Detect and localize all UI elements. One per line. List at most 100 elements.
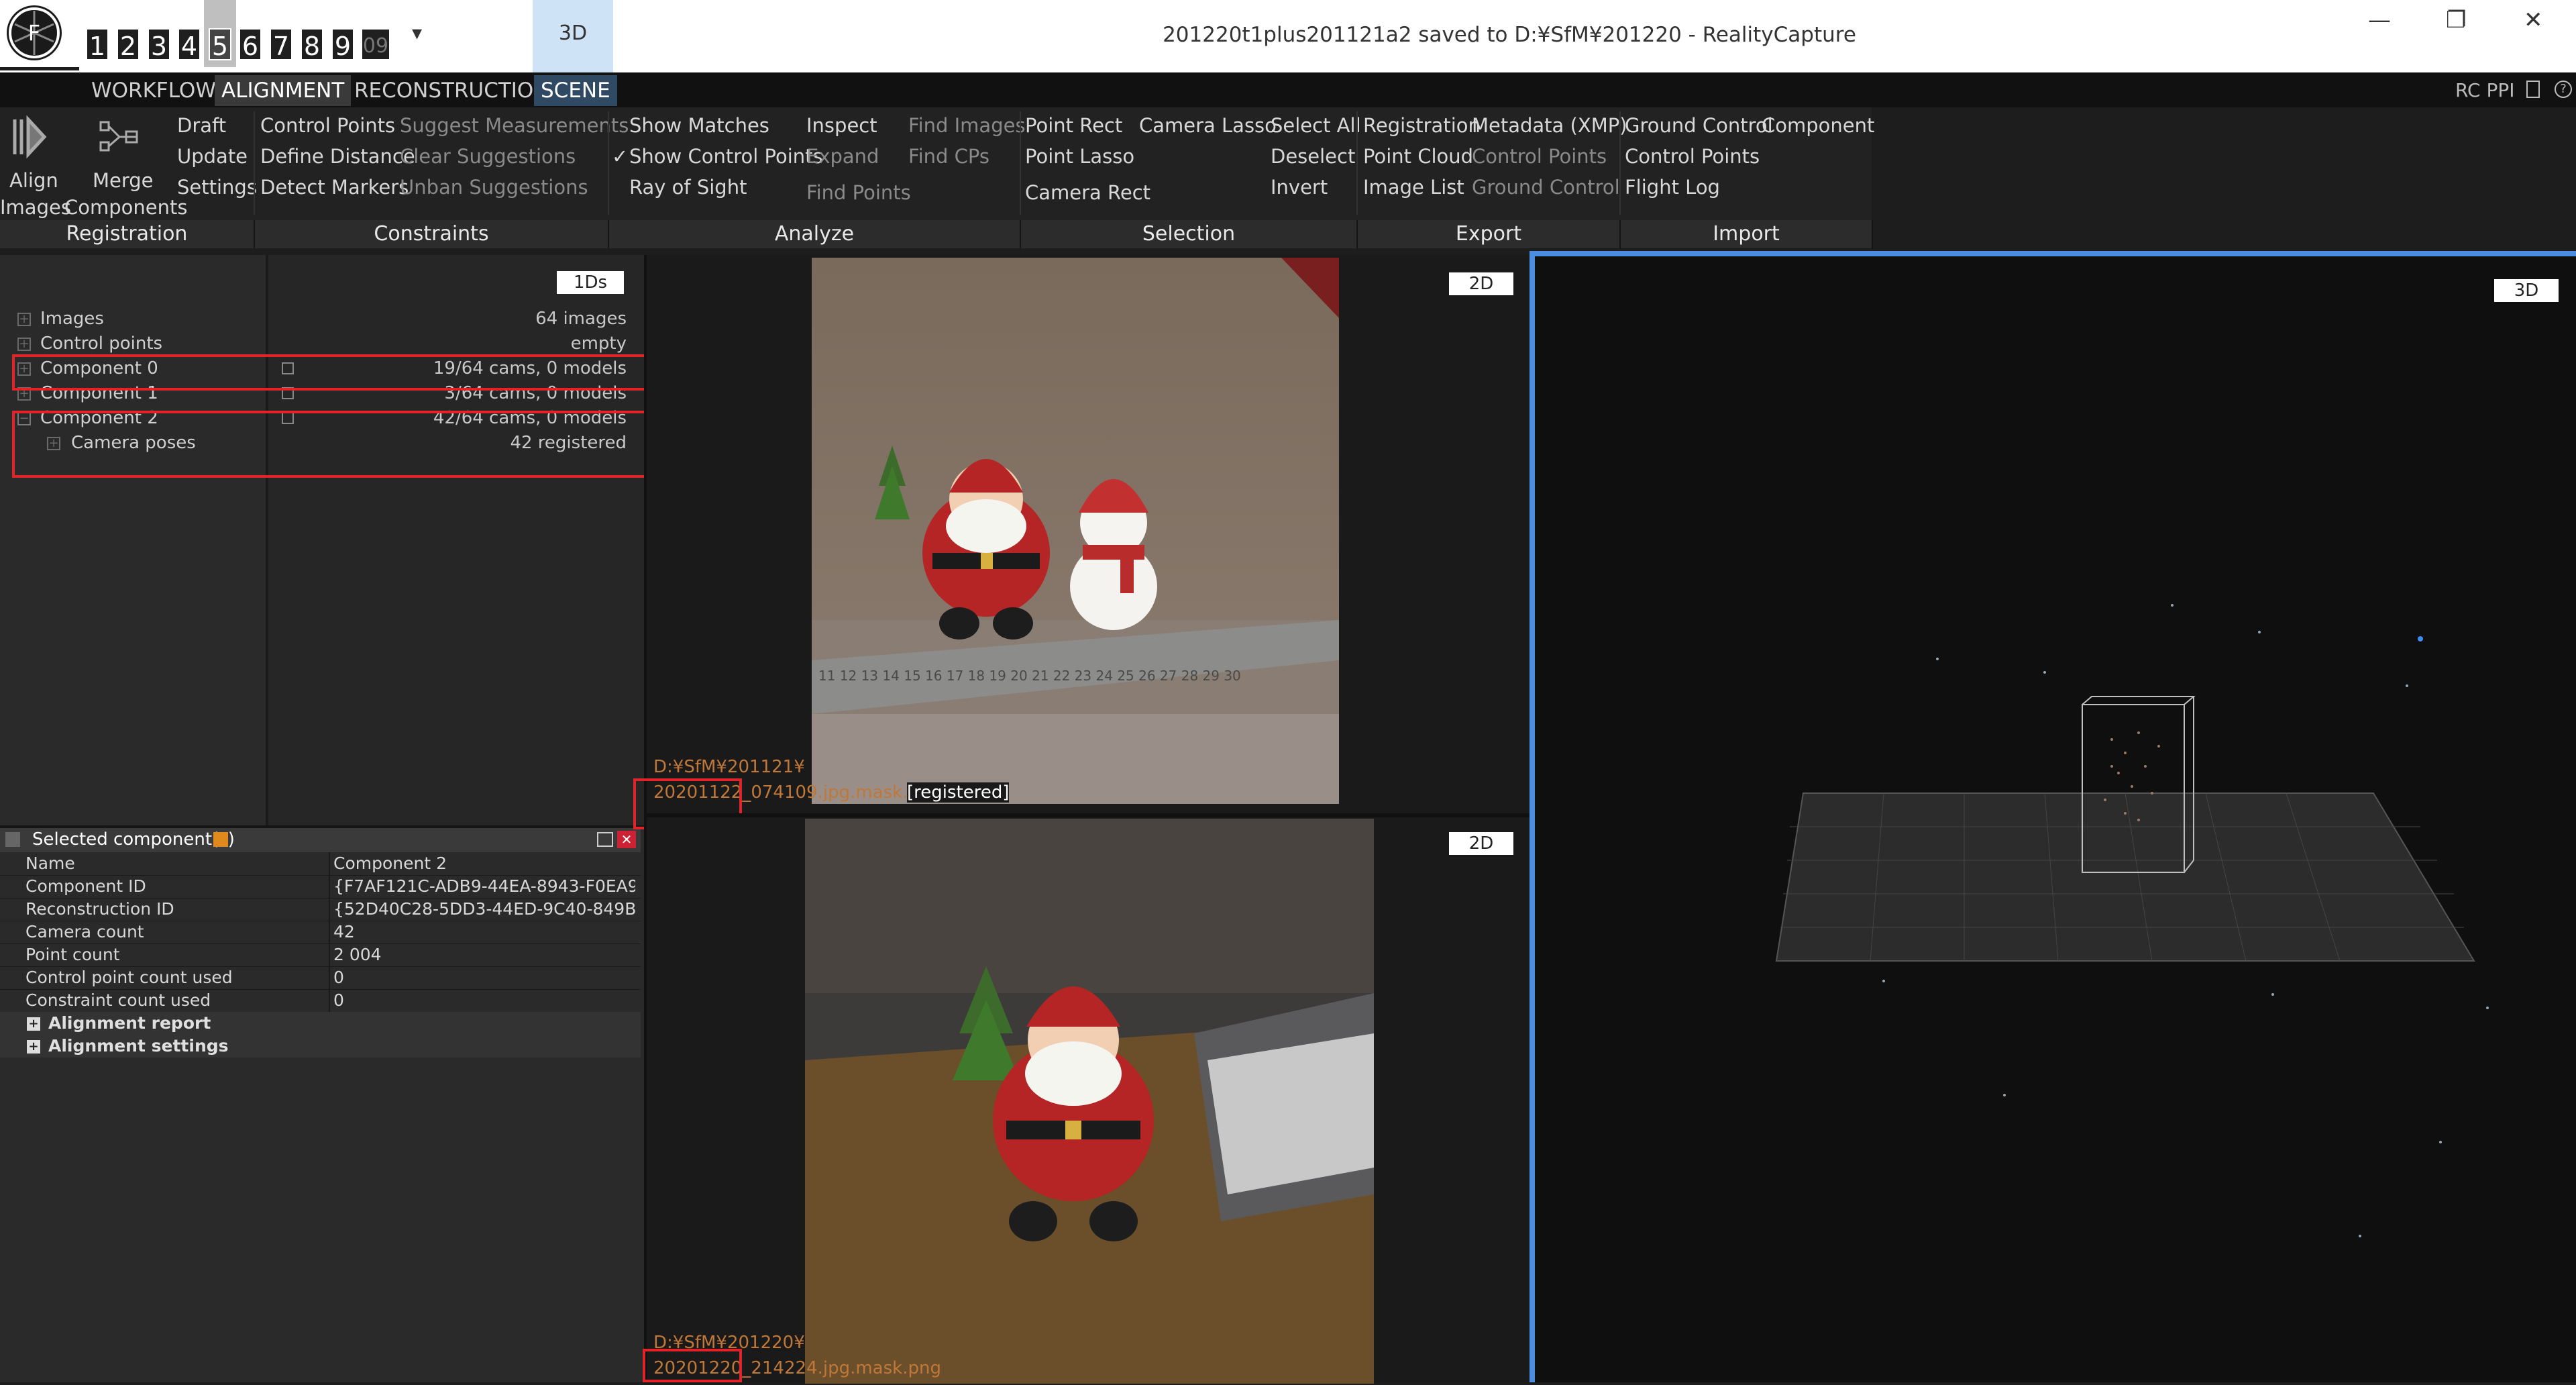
- view-3d-badge[interactable]: 3D: [2494, 279, 2559, 302]
- quick-layout-3-button[interactable]: 3: [148, 28, 170, 61]
- control-points-button[interactable]: Control Points: [260, 114, 395, 137]
- merge-components-icon[interactable]: [99, 119, 140, 154]
- expand-icon[interactable]: +: [17, 313, 31, 326]
- section-alignment-report[interactable]: + Alignment report: [0, 1012, 641, 1035]
- help-icon[interactable]: ?: [2555, 81, 2572, 98]
- pin-icon[interactable]: [213, 832, 228, 847]
- show-control-points-toggle[interactable]: Show Control Points: [629, 145, 823, 168]
- suggest-measurements-button[interactable]: Suggest Measurements: [400, 114, 629, 137]
- quick-layout-6-button[interactable]: 6: [239, 28, 262, 61]
- align-images-icon[interactable]: [9, 115, 50, 159]
- highlight-box-component-2: [12, 411, 668, 478]
- property-value[interactable]: Component 2: [333, 854, 635, 873]
- camera-lasso-button[interactable]: Camera Lasso: [1139, 114, 1277, 137]
- quick-layout-4-button[interactable]: 4: [178, 28, 201, 61]
- invert-button[interactable]: Invert: [1271, 176, 1328, 199]
- quick-layout-2-button[interactable]: 2: [117, 28, 140, 61]
- expand-icon[interactable]: +: [17, 338, 31, 351]
- viewport-3d-scene[interactable]: 3D: [1529, 251, 2576, 1382]
- export-metadata-xmp-button[interactable]: Metadata (XMP): [1472, 114, 1627, 137]
- point-rect-button[interactable]: Point Rect: [1025, 114, 1122, 137]
- viewport-2d-bottom[interactable]: 2D D:¥SfM¥201220¥ 20201220_214224.jpg.ma…: [644, 813, 1529, 1384]
- property-value[interactable]: {52D40C28-5DD3-44ED-9C40-849B8...: [333, 899, 635, 919]
- draft-button[interactable]: Draft: [177, 114, 226, 137]
- minimize-icon[interactable]: —: [2368, 7, 2391, 34]
- import-ground-control-button[interactable]: Ground Control: [1625, 114, 1773, 137]
- clear-suggestions-button[interactable]: Clear Suggestions: [400, 145, 576, 168]
- camera-rect-button[interactable]: Camera Rect: [1025, 181, 1150, 204]
- expand-icon[interactable]: +: [27, 1040, 40, 1054]
- merge-components-label-2[interactable]: Components: [64, 196, 187, 219]
- deselect-button[interactable]: Deselect: [1271, 145, 1355, 168]
- tab-scene[interactable]: SCENE: [534, 75, 617, 106]
- close-icon[interactable]: ✕: [2524, 7, 2543, 34]
- close-panel-icon[interactable]: ✕: [617, 831, 636, 848]
- show-matches-button[interactable]: Show Matches: [629, 114, 769, 137]
- scene-3d-canvas[interactable]: [1535, 256, 2576, 1382]
- quick-layout-09-button[interactable]: 09: [361, 28, 390, 60]
- image-path: D:¥SfM¥201121¥: [653, 757, 805, 777]
- import-component-button[interactable]: Component: [1762, 114, 1874, 137]
- find-images-button[interactable]: Find Images: [908, 114, 1026, 137]
- align-images-label-2[interactable]: Images: [0, 196, 71, 219]
- find-points-button[interactable]: Find Points: [806, 181, 911, 204]
- tab-reconstruction[interactable]: RECONSTRUCTION: [347, 75, 556, 106]
- find-cps-button[interactable]: Find CPs: [908, 145, 989, 168]
- update-button[interactable]: Update: [177, 145, 248, 168]
- merge-components-label[interactable]: Merge: [93, 169, 154, 192]
- ribbon-caption-constraints: Constraints: [255, 220, 609, 248]
- tab-workflow[interactable]: WORKFLOW: [85, 75, 223, 106]
- import-control-points-button[interactable]: Control Points: [1625, 145, 1760, 168]
- export-ground-control-button[interactable]: Ground Control: [1472, 176, 1620, 199]
- highlight-box-component-0: [12, 354, 651, 391]
- view-3d-tab[interactable]: 3D: [533, 0, 613, 72]
- restore-icon[interactable]: ❐: [2446, 7, 2466, 34]
- section-alignment-settings[interactable]: + Alignment settings: [0, 1035, 641, 1058]
- export-image-list-button[interactable]: Image List: [1363, 176, 1464, 199]
- ruler-numbers: 11 12 13 14 15 16 17 18 19 20 21 22 23 2…: [818, 668, 1241, 684]
- quick-layout-9-button[interactable]: 9: [331, 28, 354, 61]
- quick-layout-1-button[interactable]: 1: [86, 28, 109, 61]
- select-all-button[interactable]: Select All: [1271, 114, 1361, 137]
- dropdown-arrow-icon[interactable]: ▾: [412, 21, 422, 45]
- quick-layout-8-button[interactable]: 8: [301, 28, 323, 61]
- ray-of-sight-button[interactable]: Ray of Sight: [629, 176, 747, 199]
- santa-desk-photo[interactable]: [805, 819, 1374, 1384]
- export-registration-button[interactable]: Registration: [1363, 114, 1481, 137]
- collapse-panel-icon[interactable]: [5, 832, 20, 847]
- unban-suggestions-button[interactable]: Unban Suggestions: [400, 176, 588, 199]
- inspect-button[interactable]: Inspect: [806, 114, 877, 137]
- tab-alignment[interactable]: ALIGNMENT: [215, 75, 352, 106]
- import-flight-log-button[interactable]: Flight Log: [1625, 176, 1720, 199]
- define-distance-button[interactable]: Define Distance: [260, 145, 415, 168]
- detach-icon[interactable]: [597, 832, 613, 847]
- rc-ppi-label[interactable]: RC PPI: [2455, 79, 2515, 101]
- document-icon[interactable]: [2526, 81, 2540, 98]
- viewport-2d-top[interactable]: 11 12 13 14 15 16 17 18 19 20 21 22 23 2…: [644, 255, 1529, 813]
- santa-snowman-photo[interactable]: 11 12 13 14 15 16 17 18 19 20 21 22 23 2…: [812, 258, 1339, 804]
- property-value[interactable]: {F7AF121C-ADB9-44EA-8943-F0EA9E...: [333, 876, 635, 896]
- tree-item-control-points[interactable]: Control points: [40, 334, 162, 354]
- expand-icon[interactable]: +: [27, 1017, 40, 1031]
- point-lasso-button[interactable]: Point Lasso: [1025, 145, 1134, 168]
- settings-button[interactable]: Settings: [177, 176, 257, 199]
- app-logo-icon[interactable]: F: [7, 5, 62, 60]
- detect-markers-button[interactable]: Detect Markers: [260, 176, 409, 199]
- align-images-label[interactable]: Align: [9, 169, 58, 192]
- property-value[interactable]: 2 004: [333, 945, 635, 964]
- quick-layout-5-button[interactable]: 5: [209, 28, 231, 61]
- ribbon-caption-registration: Registration: [0, 220, 255, 248]
- section-label: Alignment report: [48, 1013, 211, 1033]
- property-value[interactable]: 0: [333, 968, 635, 987]
- export-point-cloud-button[interactable]: Point Cloud: [1363, 145, 1473, 168]
- expand-button[interactable]: Expand: [806, 145, 879, 168]
- ribbon-caption-analyze: Analyze: [609, 220, 1021, 248]
- quick-layout-7-button[interactable]: 7: [270, 28, 292, 61]
- view-1ds-badge[interactable]: 1Ds: [557, 271, 624, 294]
- tree-item-images[interactable]: Images: [40, 309, 104, 329]
- property-value[interactable]: 0: [333, 990, 635, 1010]
- export-control-points-button[interactable]: Control Points: [1472, 145, 1607, 168]
- view-2d-badge[interactable]: 2D: [1449, 832, 1513, 855]
- view-2d-badge[interactable]: 2D: [1449, 272, 1513, 295]
- property-value[interactable]: 42: [333, 922, 635, 941]
